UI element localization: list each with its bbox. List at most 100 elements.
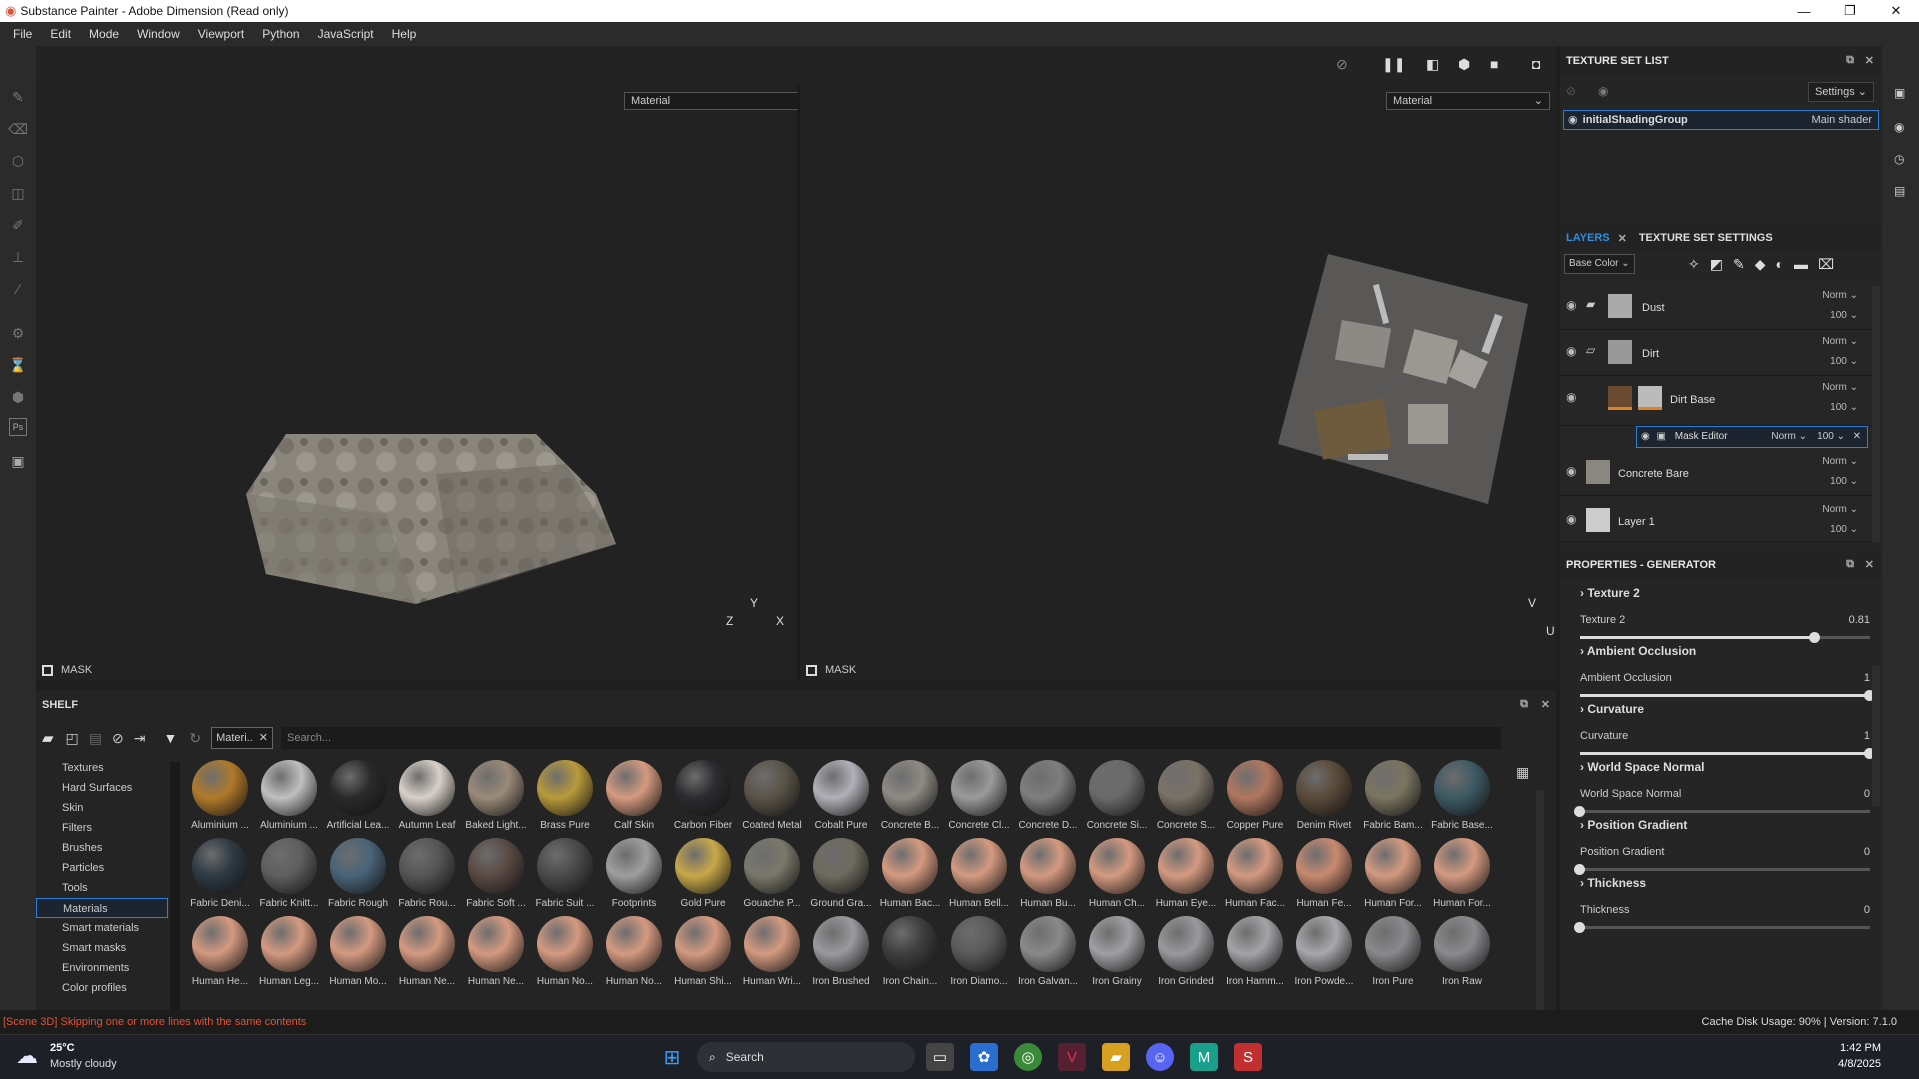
category-environments[interactable]: Environments <box>36 958 168 978</box>
float-panel-icon[interactable]: ⧉ <box>1520 698 1528 711</box>
opacity-value[interactable]: 100 ⌄ <box>1830 402 1858 413</box>
category-hard-surfaces[interactable]: Hard Surfaces <box>36 778 168 798</box>
eye-icon[interactable]: ◉ <box>1641 431 1650 442</box>
filter-icon[interactable]: ▼ <box>163 730 177 746</box>
group-header[interactable]: › Texture 2 <box>1580 586 1870 600</box>
property-slider[interactable] <box>1580 632 1870 643</box>
material-tile[interactable]: Fabric Soft ... <box>462 838 530 909</box>
hide-icon[interactable]: ⊘ <box>112 730 124 747</box>
property-value[interactable]: 1 <box>1864 730 1870 742</box>
eye-icon[interactable]: ◉ <box>1566 390 1576 404</box>
menu-viewport[interactable]: Viewport <box>189 27 253 41</box>
property-value[interactable]: 0.81 <box>1849 614 1870 626</box>
category-scrollbar[interactable] <box>170 762 180 1010</box>
grid-view-icon[interactable]: ▦ <box>1516 764 1529 781</box>
smudge-icon[interactable]: ✐ <box>6 214 30 236</box>
tab-layers[interactable]: LAYERS <box>1566 232 1610 244</box>
material-tile[interactable]: Human Fac... <box>1221 838 1289 909</box>
opacity-value[interactable]: 100 ⌄ <box>1830 310 1858 321</box>
material-tile[interactable]: Concrete D... <box>1014 760 1082 831</box>
close-panel-icon[interactable]: ✕ <box>1865 558 1874 571</box>
texture-set-item[interactable]: ◉ initialShadingGroup Main shader <box>1563 110 1879 130</box>
folder-icon[interactable]: ▰ <box>42 729 54 747</box>
projection-icon[interactable]: ⬡ <box>6 150 30 172</box>
layer-scrollbar[interactable] <box>1872 286 1880 542</box>
material-tile[interactable]: Human Wri... <box>738 916 806 987</box>
maya-icon[interactable]: M <box>1190 1043 1218 1071</box>
taskbar-search[interactable]: ⌕ Search <box>697 1042 915 1072</box>
material-tile[interactable]: Human Bac... <box>876 838 944 909</box>
add-mask-icon[interactable]: ◩ <box>1710 256 1733 272</box>
material-tile[interactable]: Iron Raw <box>1428 916 1496 987</box>
import-icon[interactable]: ⇥ <box>134 730 146 747</box>
slider-handle[interactable] <box>1574 922 1585 933</box>
material-tile[interactable]: Human Bell... <box>945 838 1013 909</box>
material-tile[interactable]: Footprints <box>600 838 668 909</box>
material-tile[interactable]: Autumn Leaf <box>393 760 461 831</box>
mask-toggle-2d[interactable]: MASK <box>806 664 856 676</box>
menu-window[interactable]: Window <box>128 27 189 41</box>
property-slider[interactable] <box>1574 806 1870 817</box>
remove-effect-icon[interactable]: ✕ <box>1853 427 1861 447</box>
discord-icon[interactable]: ☺ <box>1146 1043 1174 1071</box>
material-tile[interactable]: Fabric Bam... <box>1359 760 1427 831</box>
export-icon[interactable]: ▣ <box>6 450 30 472</box>
opacity-value[interactable]: 100 ⌄ <box>1830 524 1858 535</box>
menu-javascript[interactable]: JavaScript <box>309 27 383 41</box>
material-tile[interactable]: Human Ne... <box>393 916 461 987</box>
material-tile[interactable]: Gold Pure <box>669 838 737 909</box>
layer-layer-1[interactable]: ◉ Layer 1 Norm ⌄ 100 ⌄ <box>1560 500 1872 542</box>
display-mode-icon[interactable]: ⬢ <box>1458 56 1470 73</box>
material-tile[interactable]: Concrete B... <box>876 760 944 831</box>
property-slider[interactable] <box>1580 748 1875 759</box>
float-panel-icon[interactable]: ⧉ <box>1846 558 1854 571</box>
material-tile[interactable]: Iron Powde... <box>1290 916 1358 987</box>
material-tile[interactable]: Human Eye... <box>1152 838 1220 909</box>
eye-icon[interactable]: ◉ <box>1566 344 1576 358</box>
material-tile[interactable]: Fabric Rough <box>324 838 392 909</box>
material-tile[interactable]: Gouache P... <box>738 838 806 909</box>
material-tile[interactable]: Iron Diamo... <box>945 916 1013 987</box>
blend-mode-select[interactable]: Norm ⌄ <box>1822 290 1858 301</box>
close-button[interactable]: ✕ <box>1873 0 1919 22</box>
vivaldi-icon[interactable]: V <box>1058 1043 1086 1071</box>
group-header[interactable]: › Ambient Occlusion <box>1580 644 1870 658</box>
material-tile[interactable]: Human Shi... <box>669 916 737 987</box>
material-tile[interactable]: Human No... <box>531 916 599 987</box>
layer-concrete-bare[interactable]: ◉ Concrete Bare Norm ⌄ 100 ⌄ <box>1560 450 1872 496</box>
split-view-icon[interactable]: ◧ <box>1426 56 1439 73</box>
material-tile[interactable]: Fabric Suit ... <box>531 838 599 909</box>
property-slider[interactable] <box>1580 690 1875 701</box>
material-tile[interactable]: Human No... <box>600 916 668 987</box>
hide-ui-icon[interactable]: ⊘ <box>1336 56 1348 73</box>
material-tile[interactable]: Cobalt Pure <box>807 760 875 831</box>
category-skin[interactable]: Skin <box>36 798 168 818</box>
material-tile[interactable]: Human Bu... <box>1014 838 1082 909</box>
material-tile[interactable]: Human Fe... <box>1290 838 1358 909</box>
category-smart-materials[interactable]: Smart materials <box>36 918 168 938</box>
material-tile[interactable]: Human Leg... <box>255 916 323 987</box>
shelf-search-input[interactable]: Search... <box>280 727 1501 749</box>
add-smart-mask-icon[interactable]: ◐ <box>1775 256 1793 272</box>
material-tile[interactable]: Concrete S... <box>1152 760 1220 831</box>
eye-icon[interactable]: ◉ <box>1566 298 1576 312</box>
pause-icon[interactable]: ❚❚ <box>1382 56 1405 73</box>
property-slider[interactable] <box>1574 864 1870 875</box>
material-tile[interactable]: Copper Pure <box>1221 760 1289 831</box>
blend-mode-select[interactable]: Norm ⌄ <box>1771 427 1807 447</box>
eye-icon[interactable]: ◉ <box>1566 512 1576 526</box>
material-tile[interactable]: Aluminium ... <box>186 760 254 831</box>
material-tile[interactable]: Fabric Rou... <box>393 838 461 909</box>
blend-mode-select[interactable]: Norm ⌄ <box>1822 504 1858 515</box>
filter-chip[interactable]: Materi.. ✕ <box>211 727 273 749</box>
eraser-icon[interactable]: ⌫ <box>6 118 30 140</box>
material-tile[interactable]: Iron Brushed <box>807 916 875 987</box>
layer-dust[interactable]: ◉ ▰ Dust Norm ⌄ 100 ⌄ <box>1560 284 1872 330</box>
display-settings-icon[interactable]: ▣ <box>1894 86 1905 100</box>
close-panel-icon[interactable]: ✕ <box>1541 698 1550 711</box>
material-tile[interactable]: Ground Gra... <box>807 838 875 909</box>
material-tile[interactable]: Iron Chain... <box>876 916 944 987</box>
eye-icon[interactable]: ◉ <box>1568 114 1578 126</box>
maximize-button[interactable]: ❐ <box>1827 0 1873 22</box>
category-materials[interactable]: Materials <box>36 898 168 918</box>
